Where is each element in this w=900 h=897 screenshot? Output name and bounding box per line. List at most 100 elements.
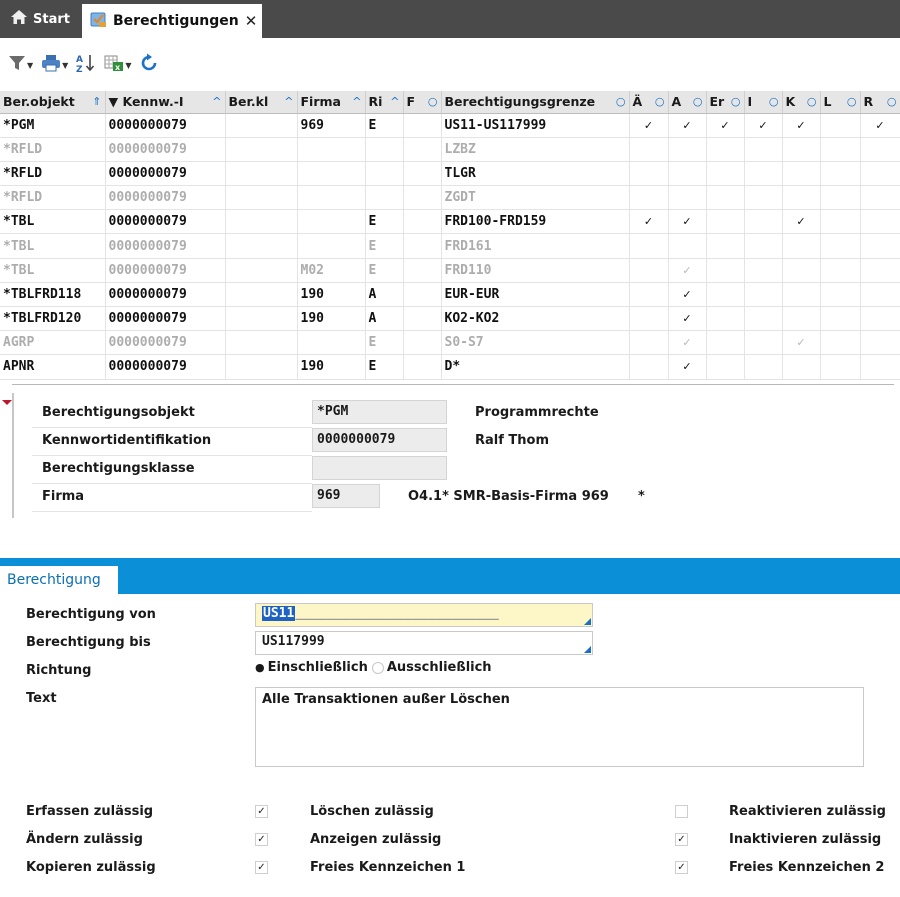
detail-label-berkl: Berechtigungsklasse: [42, 461, 195, 476]
table-row[interactable]: *TBLFRD120 0000000079 190 A KO2-KO2 ✓: [0, 306, 900, 332]
table-row[interactable]: *RFLD 0000000079 ZGDT: [0, 185, 900, 211]
filter-button[interactable]: ▼: [8, 53, 33, 77]
sort-circle-icon: ○: [654, 95, 665, 109]
label-frei1: Freies Kennzeichen 1: [310, 860, 466, 875]
column-header-a[interactable]: A ○: [668, 91, 707, 114]
cell-firma: [297, 161, 366, 187]
radio-einschliesslich[interactable]: ● Einschließlich: [255, 660, 368, 675]
table-row[interactable]: *RFLD 0000000079 TLGR: [0, 161, 900, 187]
table-row[interactable]: *TBL 0000000079 E FRD100-FRD159 ✓ ✓ ✓: [0, 209, 900, 235]
cell-check: [629, 161, 669, 187]
column-header-firma[interactable]: Firma ^: [297, 91, 366, 114]
cell-check: ✓: [629, 209, 669, 235]
collapse-marker-icon[interactable]: [2, 400, 12, 405]
cell-ri: [365, 161, 404, 187]
checkbox-erfassen[interactable]: ✓: [255, 805, 268, 818]
label-kopieren: Kopieren zulässig: [26, 860, 156, 875]
table-row[interactable]: *RFLD 0000000079 LZBZ: [0, 137, 900, 162]
label-loeschen: Löschen zulässig: [310, 804, 434, 819]
label-aendern: Ändern zulässig: [26, 832, 143, 847]
cell-f: [403, 233, 442, 259]
column-header-ber-kl[interactable]: Ber.kl ^: [225, 91, 298, 114]
column-header-f[interactable]: F ○: [403, 91, 442, 114]
cell-check: [860, 258, 900, 283]
table-row[interactable]: *TBL 0000000079 M02 E FRD110 ✓: [0, 258, 900, 283]
label-frei2: Freies Kennzeichen 2: [729, 860, 885, 875]
checkbox-anzeigen[interactable]: ✓: [675, 833, 688, 846]
close-icon[interactable]: ✕: [245, 12, 258, 30]
cell-kennw: 0000000079: [105, 161, 226, 187]
column-header-l[interactable]: L ○: [820, 91, 861, 114]
berechtigung-bis-value: US117999: [262, 634, 325, 649]
cell-check: [706, 306, 745, 332]
richtung-radio-group: ● Einschließlich Ausschließlich: [255, 660, 492, 675]
cell-grenze: FRD100-FRD159: [441, 209, 630, 235]
detail-label-firma: Firma: [42, 489, 85, 504]
column-header-kennw[interactable]: ▼ Kennw.-I ^: [105, 91, 226, 114]
cell-grenze: EUR-EUR: [441, 282, 630, 308]
checkbox-frei1[interactable]: ✓: [675, 861, 688, 874]
refresh-button[interactable]: [139, 53, 159, 77]
table-row[interactable]: *PGM 0000000079 969 E US11-US117999 ✓ ✓ ✓ ✓ ✓ ✓: [0, 113, 900, 138]
sort-circle-icon: ○: [615, 95, 626, 109]
export-excel-icon: x: [104, 54, 124, 76]
print-button[interactable]: ▼: [41, 53, 68, 77]
table-row[interactable]: AGRP 0000000079 E S0-S7 ✓ ✓: [0, 330, 900, 356]
cell-check: [706, 185, 745, 211]
cell-check: ✓: [668, 209, 707, 235]
column-header-k[interactable]: K ○: [782, 91, 821, 114]
tab-berechtigung[interactable]: Berechtigung: [0, 566, 118, 594]
cell-ber-kl: [225, 137, 298, 162]
sort-up-icon: ^: [390, 95, 400, 109]
cell-check: [860, 137, 900, 162]
tab-berechtigungen[interactable]: Berechtigungen ✕: [82, 4, 262, 38]
cell-ber-kl: [225, 330, 298, 356]
cell-kennw: 0000000079: [105, 233, 226, 259]
cell-ber-objekt: AGRP: [0, 330, 106, 356]
radio-ausschliesslich[interactable]: Ausschließlich: [371, 660, 492, 675]
cell-check: [629, 354, 669, 380]
table-row[interactable]: *TBLFRD118 0000000079 190 A EUR-EUR ✓: [0, 282, 900, 308]
cell-firma: M02: [297, 258, 366, 283]
column-header-ber-objekt[interactable]: Ber.objekt ⇑: [0, 91, 106, 114]
checkbox-aendern[interactable]: ✓: [255, 833, 268, 846]
cell-ber-objekt: *RFLD: [0, 137, 106, 162]
checkbox-kopieren[interactable]: ✓: [255, 861, 268, 874]
cell-check: [820, 306, 861, 332]
cell-f: [403, 137, 442, 162]
cell-grenze: US11-US117999: [441, 113, 630, 138]
sort-circle-icon: ○: [768, 95, 779, 109]
table-row[interactable]: APNR 0000000079 190 E D* ✓: [0, 354, 900, 380]
cell-kennw: 0000000079: [105, 185, 226, 211]
cell-firma: 969: [297, 113, 366, 138]
cell-check: [668, 137, 707, 162]
cell-check: [860, 354, 900, 380]
column-header-er[interactable]: Er ○: [706, 91, 745, 114]
radio-selected-icon: ●: [255, 661, 265, 674]
sort-button[interactable]: AZ: [76, 53, 96, 77]
detail-row-objekt: Berechtigungsobjekt *PGM Programmrechte: [30, 400, 670, 428]
checklist-icon: [90, 11, 108, 32]
cell-check: [744, 258, 783, 283]
text-area[interactable]: Alle Transaktionen außer Löschen: [255, 687, 864, 767]
cell-check: [744, 185, 783, 211]
column-header-ri[interactable]: Ri ^: [365, 91, 404, 114]
cell-ber-kl: [225, 354, 298, 380]
chevron-down-icon: ▼: [62, 60, 69, 70]
tab-start[interactable]: Start: [0, 0, 80, 38]
print-icon: [41, 54, 61, 76]
berechtigung-bis-input[interactable]: US117999: [255, 631, 593, 655]
berechtigung-von-input[interactable]: US11__________________________: [255, 603, 593, 627]
cell-ber-objekt: *RFLD: [0, 161, 106, 187]
column-header-i[interactable]: I ○: [744, 91, 783, 114]
table-row[interactable]: *TBL 0000000079 E FRD161: [0, 233, 900, 259]
export-button[interactable]: x ▼: [104, 53, 131, 77]
column-header-r[interactable]: R ○: [860, 91, 900, 114]
cell-ber-objekt: *TBLFRD118: [0, 282, 106, 308]
label-richtung: Richtung: [26, 663, 92, 678]
column-header-ae[interactable]: Ä ○: [629, 91, 669, 114]
cell-firma: 190: [297, 354, 366, 380]
column-header-berechtigungsgrenze[interactable]: Berechtigungsgrenze ○: [441, 91, 630, 114]
cell-check: [820, 354, 861, 380]
checkbox-loeschen[interactable]: [675, 805, 688, 818]
